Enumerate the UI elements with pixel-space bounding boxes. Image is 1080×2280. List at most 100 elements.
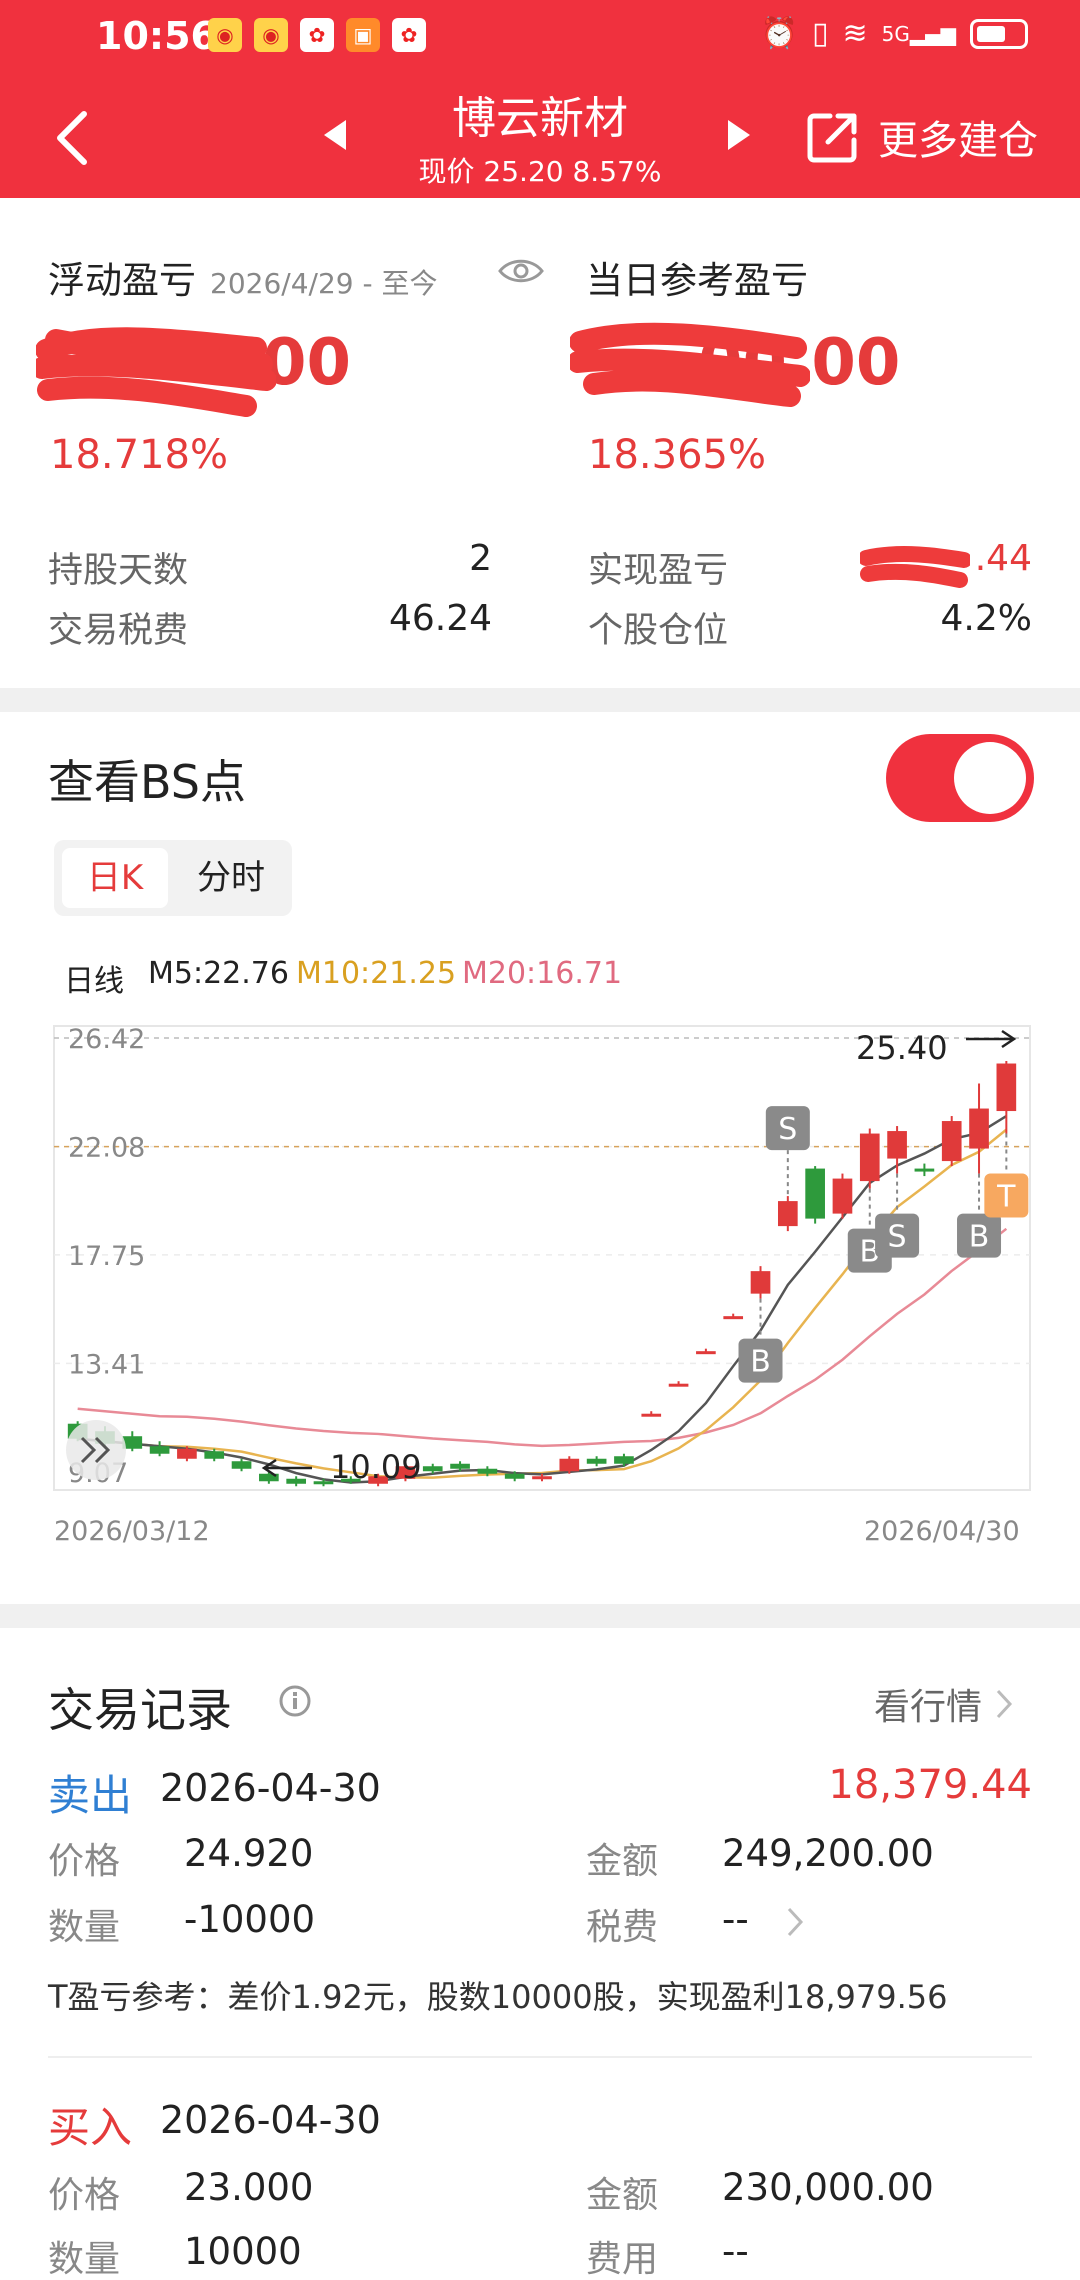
trade-records-card: 交易记录 看行情 卖出 2026-04-30 18,379.44 价格 24.9…: [0, 1628, 1080, 2280]
clock: 10:56: [96, 14, 217, 58]
position-ratio-label: 个股仓位: [588, 611, 729, 651]
bs-marker-label: S: [888, 1220, 907, 1255]
price-label: 价格: [48, 1841, 121, 1882]
tax-label: 交易税费: [48, 611, 189, 651]
candle-body: [614, 1456, 634, 1464]
candle-body: [450, 1463, 470, 1469]
chevron-right-icon: [996, 1689, 1013, 1719]
candle-body: [859, 1133, 880, 1182]
float-pl-percent: 18.718%: [50, 432, 228, 478]
position-summary-card: 浮动盈亏 2026/4/29 - 至今 当日参考盈亏 00 00.00 18.7…: [0, 198, 1080, 688]
redaction-scribble: [570, 322, 810, 407]
chevron-right-icon[interactable]: [786, 1906, 804, 1938]
view-market-link[interactable]: 看行情: [874, 1678, 1014, 1730]
trade-side: 卖出: [48, 1771, 133, 1820]
candle-body: [887, 1131, 907, 1159]
kline-chart[interactable]: 26.4222.0817.7513.419.07SBBSBT25.4010.09: [0, 1002, 1080, 1502]
app-notification-icon: ✿: [392, 18, 426, 52]
app-header: 10:56 ◉ ◉ ✿ ▣ ✿ ⏰ ▯ ≋ 5G▂▄▆ 博云新材 现价 25.2…: [0, 0, 1080, 198]
info-icon[interactable]: [278, 1684, 312, 1718]
price-value: 24.920: [184, 1832, 314, 1875]
high-price-label: 25.40: [856, 1029, 948, 1067]
fee-label: 费用: [586, 2239, 659, 2280]
candle-body: [559, 1458, 580, 1472]
candle-body: [996, 1063, 1017, 1112]
x-label-start: 2026/03/12: [54, 1516, 210, 1547]
quantity-label: 数量: [48, 2239, 121, 2280]
battery-icon: [970, 18, 1028, 49]
y-tick-label: 17.75: [68, 1241, 145, 1272]
quantity-label: 数量: [48, 1907, 121, 1948]
trade-pl: 18,379.44: [828, 1762, 1032, 1808]
view-market-label: 看行情: [874, 1687, 983, 1728]
wifi-icon: ≋: [842, 16, 868, 51]
y-tick-label: 13.41: [68, 1349, 145, 1380]
candle-body: [750, 1271, 771, 1294]
candle-body: [231, 1461, 252, 1469]
eye-icon[interactable]: [498, 256, 544, 286]
fee-label: 税费: [586, 1907, 659, 1948]
redaction-scribble: [860, 546, 970, 588]
float-pl-label: 浮动盈亏: [48, 259, 196, 302]
bs-points-toggle[interactable]: [886, 734, 1034, 822]
more-positions-button[interactable]: 更多建仓: [806, 108, 1038, 166]
redaction-scribble: [36, 327, 276, 417]
candle-body: [723, 1316, 744, 1320]
candle-body: [941, 1121, 962, 1162]
candle-body: [286, 1478, 307, 1484]
fee-value: --: [722, 1898, 749, 1941]
trade-date: 2026-04-30: [160, 2098, 381, 2142]
candle-body: [422, 1466, 443, 1472]
legend-m5: M5:22.76: [148, 956, 289, 991]
candle-body: [504, 1473, 525, 1479]
ma-line-m10: [77, 1128, 1008, 1479]
bs-points-card: 查看BS点 日K 分时 日线 M5:22.76 M10:21.25 M20:16…: [0, 712, 1080, 1604]
float-pl-range: 2026/4/29 - 至今: [210, 267, 438, 300]
next-stock-icon[interactable]: [726, 118, 752, 152]
status-bar: 10:56 ◉ ◉ ✿ ▣ ✿ ⏰ ▯ ≋ 5G▂▄▆: [0, 0, 1080, 72]
tab-intraday[interactable]: 分时: [178, 848, 284, 908]
candle-body: [204, 1451, 225, 1459]
right-arrow-icon: [966, 1029, 1017, 1049]
bs-marker-label: S: [778, 1112, 797, 1147]
bs-marker-label: B: [969, 1220, 990, 1255]
share-external-icon: [807, 113, 857, 163]
candle-body: [641, 1413, 662, 1417]
trade-date: 2026-04-30: [160, 1766, 381, 1810]
weibo-notification-icon: ◉: [254, 18, 288, 52]
realized-pl-label: 实现盈亏: [588, 551, 729, 591]
alarm-icon: ⏰: [760, 16, 798, 51]
price-label: 价格: [48, 2175, 121, 2216]
legend-m20: M20:16.71: [462, 956, 623, 991]
amount-label: 金额: [586, 2175, 659, 2216]
tax-value: 46.24: [388, 598, 492, 639]
candle-body: [696, 1351, 716, 1355]
candle-body: [149, 1446, 170, 1454]
app-notification-icon: ▣: [346, 18, 380, 52]
day-pl-label: 当日参考盈亏: [586, 259, 808, 302]
divider: [48, 2056, 1032, 2058]
amount-value: 230,000.00: [722, 2166, 934, 2209]
day-pl-percent: 18.365%: [588, 432, 766, 478]
tab-daily-k[interactable]: 日K: [62, 848, 168, 908]
app-notification-icon: ✿: [300, 18, 334, 52]
trade-side: 买入: [48, 2103, 133, 2152]
candle-body: [477, 1468, 498, 1474]
candle-body: [914, 1168, 935, 1172]
vibrate-icon: ▯: [811, 16, 829, 51]
amount-label: 金额: [586, 1841, 659, 1882]
hold-days-label: 持股天数: [48, 551, 189, 591]
bs-marker-label: B: [750, 1345, 771, 1380]
candle-body: [532, 1476, 552, 1480]
candle-body: [668, 1383, 689, 1387]
position-ratio-value: 4.2%: [940, 598, 1032, 639]
price-value: 23.000: [184, 2166, 314, 2209]
signal-icon: 5G▂▄▆: [881, 21, 956, 46]
legend-daily-line: 日线: [64, 964, 124, 999]
candle-body: [177, 1448, 197, 1459]
legend-m10: M10:21.25: [296, 956, 457, 991]
amount-value: 249,200.00: [722, 1832, 934, 1875]
y-tick-label: 26.42: [68, 1024, 145, 1055]
candle-body: [969, 1108, 989, 1149]
low-price-label: 10.09: [330, 1448, 422, 1486]
